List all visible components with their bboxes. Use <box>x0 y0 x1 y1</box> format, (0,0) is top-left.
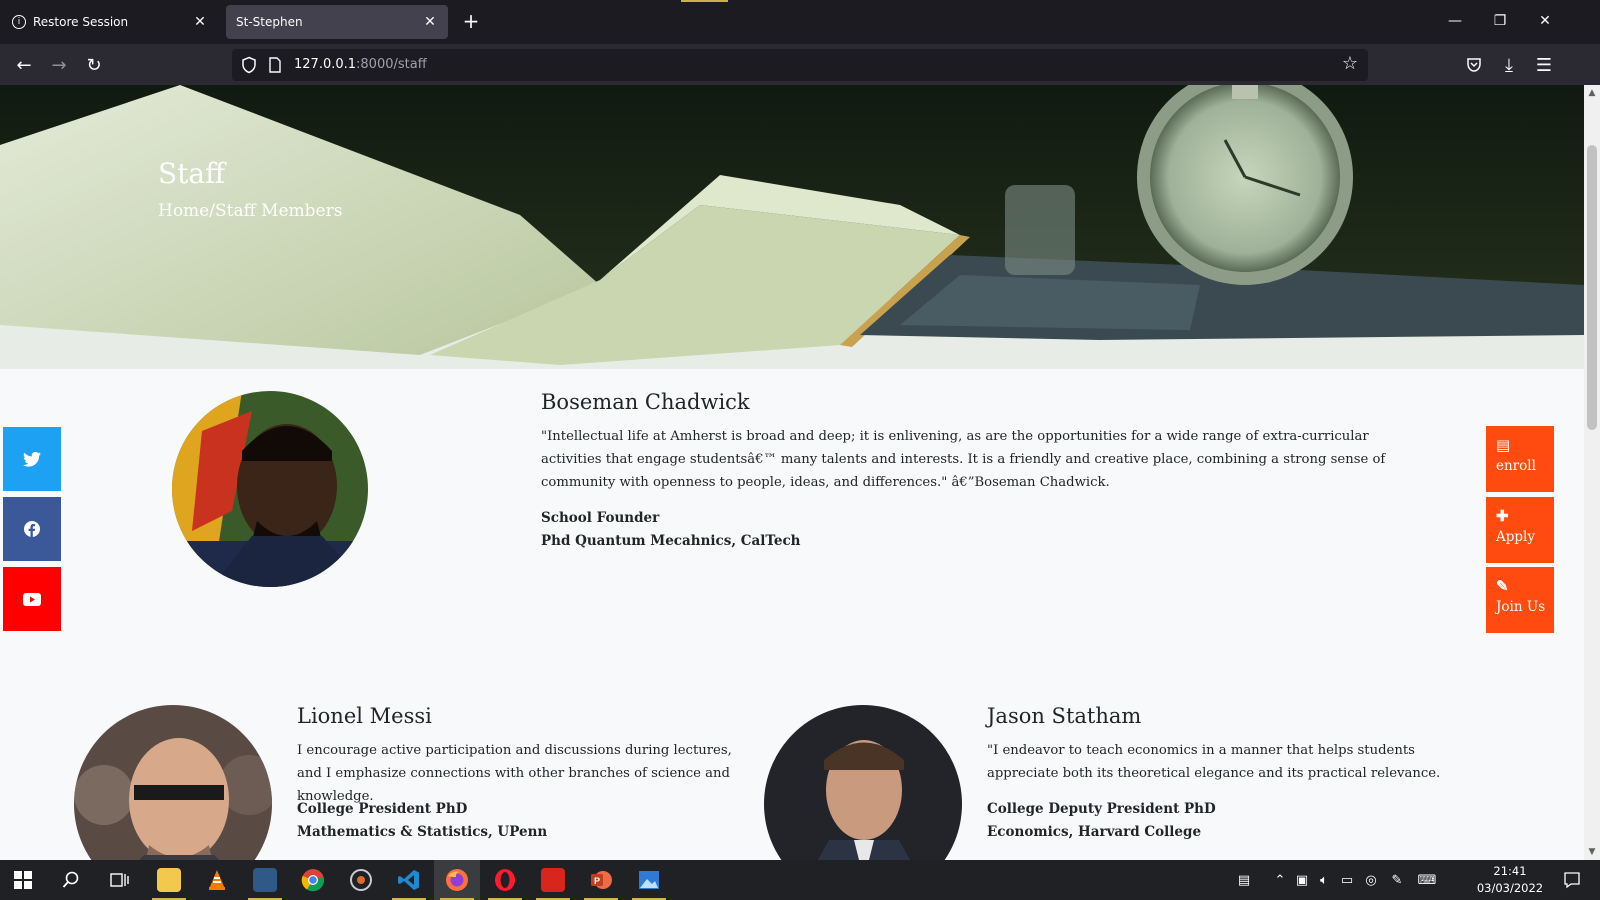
facebook-icon <box>24 521 40 537</box>
clock-date: 03/03/2022 <box>1476 881 1544 895</box>
staff-role: College President PhD <box>297 801 468 817</box>
minimize-icon[interactable]: — <box>1440 6 1470 36</box>
close-window-icon[interactable]: ✕ <box>1530 6 1560 36</box>
staff-role: School Founder <box>541 510 660 526</box>
plus-icon: ✚ <box>1496 507 1509 525</box>
system-clock[interactable]: 21:41 03/03/2022 <box>1474 863 1546 897</box>
mysql-workbench-icon[interactable] <box>242 860 288 900</box>
portrait-image <box>74 705 272 860</box>
portrait-image <box>172 391 368 587</box>
chrome-icon[interactable] <box>290 860 336 900</box>
menu-icon[interactable]: ☰ <box>1530 51 1558 79</box>
windows-start-icon[interactable] <box>0 860 46 900</box>
scroll-up-arrow-icon[interactable]: ▲ <box>1584 85 1600 101</box>
scroll-down-arrow-icon[interactable]: ▼ <box>1584 844 1600 860</box>
photos-icon[interactable] <box>626 860 672 900</box>
pen-icon[interactable]: ✎ <box>1386 860 1408 900</box>
book-clock-illustration <box>0 85 1584 369</box>
apply-button[interactable]: ✚ Apply <box>1486 497 1554 563</box>
twitter-icon <box>23 451 41 467</box>
powerpoint-icon[interactable]: P <box>578 860 624 900</box>
vlc-icon[interactable] <box>194 860 240 900</box>
volume-icon[interactable]: 🔈︎ <box>1314 860 1334 900</box>
document-icon: ▤ <box>1496 436 1511 454</box>
close-tab-icon[interactable]: ✕ <box>422 14 438 30</box>
download-icon[interactable]: ⤓ <box>1495 51 1523 79</box>
staff-name: Jason Statham <box>987 704 1142 728</box>
reload-icon[interactable]: ↻ <box>80 51 108 79</box>
search-icon[interactable] <box>48 860 94 900</box>
new-tab-button[interactable]: + <box>458 8 484 34</box>
url-bar[interactable]: 127.0.0.1:8000/staff ☆ <box>232 49 1368 81</box>
media-player-icon[interactable] <box>338 860 384 900</box>
page-title: Staff <box>158 157 226 190</box>
meet-now-icon[interactable]: ▣ <box>1292 860 1312 900</box>
staff-name: Lionel Messi <box>297 704 432 728</box>
info-icon: i <box>12 15 26 29</box>
opera-icon[interactable] <box>482 860 528 900</box>
file-explorer-icon[interactable] <box>146 860 192 900</box>
tab-label: St-Stephen <box>236 15 303 29</box>
staff-credential: Phd Quantum Mecahnics, CalTech <box>541 533 801 549</box>
windows-taskbar: P ▤ ⌃ ▣ 🔈︎ ▭ ◎ ✎ ⌨ 21:41 03/03/2022 <box>0 860 1600 900</box>
edit-icon: ✎ <box>1496 577 1509 595</box>
url-host: 127.0.0.1 <box>294 57 357 72</box>
news-widget-icon[interactable]: ▤ <box>1230 860 1258 900</box>
page-info-icon[interactable] <box>268 57 282 73</box>
show-hidden-icons-icon[interactable]: ⌃ <box>1270 860 1290 900</box>
forward-icon[interactable]: → <box>45 51 73 79</box>
clock-time: 21:41 <box>1493 864 1527 878</box>
staff-role: College Deputy President PhD <box>987 801 1216 817</box>
staff-quote: "Intellectual life at Amherst is broad a… <box>541 429 1386 490</box>
pocket-icon[interactable] <box>1460 51 1488 79</box>
staff-name: Boseman Chadwick <box>541 390 750 414</box>
task-view-icon[interactable] <box>96 860 142 900</box>
svg-text:P: P <box>594 876 600 886</box>
url-text: 127.0.0.1:8000/staff <box>294 57 427 72</box>
acrobat-icon[interactable] <box>530 860 576 900</box>
action-label: Apply <box>1496 529 1535 545</box>
staff-credential: Mathematics & Statistics, UPenn <box>297 824 548 840</box>
avatar-jason-statham <box>764 705 962 860</box>
tab-indicator <box>681 0 728 2</box>
tab-st-stephen[interactable]: St-Stephen ✕ <box>226 5 448 39</box>
join-us-button[interactable]: ✎ Join Us <box>1486 567 1554 633</box>
staff-quote: "I endeavor to teach economics in a mann… <box>987 743 1441 781</box>
portrait-image <box>764 705 962 860</box>
youtube-icon <box>23 592 41 606</box>
avatar-lionel-messi <box>74 705 272 860</box>
browser-tab-bar: i Restore Session ✕ St-Stephen ✕ + — ❐ ✕ <box>0 0 1600 44</box>
close-tab-icon[interactable]: ✕ <box>192 14 208 30</box>
browser-nav-bar: ← → ↻ 127.0.0.1:8000/staff ☆ ⤓ ☰ <box>0 44 1600 85</box>
breadcrumb[interactable]: Home/Staff Members <box>158 201 342 221</box>
notifications-icon[interactable] <box>1552 860 1592 900</box>
keyboard-icon[interactable]: ⌨ <box>1412 860 1442 900</box>
action-label: enroll <box>1496 458 1536 474</box>
avatar-boseman-chadwick <box>172 391 368 587</box>
page-viewport: Staff Home/Staff Members Boseman Chadwic… <box>0 85 1584 860</box>
youtube-button[interactable] <box>3 567 61 631</box>
scroll-thumb[interactable] <box>1587 145 1597 430</box>
enroll-button[interactable]: ▤ enroll <box>1486 426 1554 492</box>
firefox-icon[interactable] <box>434 860 480 900</box>
tab-restore-session[interactable]: i Restore Session ✕ <box>2 5 218 39</box>
hero-banner: Staff Home/Staff Members <box>0 85 1584 369</box>
staff-credential: Economics, Harvard College <box>987 824 1202 840</box>
restore-window-icon[interactable]: ❐ <box>1485 6 1515 36</box>
page-scrollbar[interactable]: ▲ ▼ <box>1584 85 1600 860</box>
bookmark-star-icon[interactable]: ☆ <box>1342 53 1358 74</box>
facebook-button[interactable] <box>3 497 61 561</box>
action-label: Join Us <box>1496 599 1546 615</box>
tab-label: Restore Session <box>33 15 129 29</box>
url-path: :8000/staff <box>356 57 427 72</box>
vscode-icon[interactable] <box>386 860 432 900</box>
twitter-button[interactable] <box>3 427 61 491</box>
network-icon[interactable]: ◎ <box>1360 860 1382 900</box>
shield-icon[interactable] <box>240 56 258 74</box>
battery-icon[interactable]: ▭ <box>1336 860 1358 900</box>
back-icon[interactable]: ← <box>10 51 38 79</box>
